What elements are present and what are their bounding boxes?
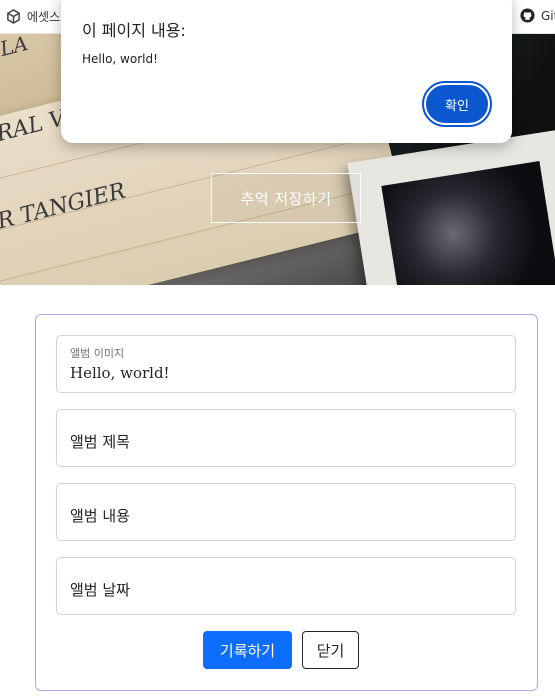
album-title-placeholder: 앨범 제목 xyxy=(70,433,130,451)
bookmark-item-assets[interactable]: 에셋스 xyxy=(6,8,60,25)
album-image-field[interactable]: 앨범 이미지 Hello, world! xyxy=(56,335,516,393)
save-memory-button[interactable]: 추억 저장하기 xyxy=(211,173,361,223)
album-form-card: 앨범 이미지 Hello, world! 앨범 제목 앨범 내용 앨범 날짜 기… xyxy=(35,314,538,691)
album-content-placeholder: 앨범 내용 xyxy=(70,507,130,525)
github-icon xyxy=(520,8,535,23)
dialog-message: Hello, world! xyxy=(82,52,158,66)
close-button[interactable]: 닫기 xyxy=(302,631,359,669)
album-date-placeholder: 앨범 날짜 xyxy=(70,581,130,599)
photo-image xyxy=(381,161,555,285)
album-image-label: 앨범 이미지 xyxy=(70,347,125,360)
album-date-field[interactable]: 앨범 날짜 xyxy=(56,557,516,615)
record-button[interactable]: 기록하기 xyxy=(203,631,292,669)
bookmark-label-assets: 에셋스 xyxy=(27,10,61,24)
bookmark-item-github[interactable]: Git xyxy=(520,8,555,23)
script-text: LA xyxy=(0,34,31,61)
album-content-field[interactable]: 앨범 내용 xyxy=(56,483,516,541)
alert-dialog: 이 페이지 내용: Hello, world! 확인 xyxy=(61,0,512,143)
album-image-value: Hello, world! xyxy=(70,364,170,382)
dialog-ok-button[interactable]: 확인 xyxy=(422,81,492,127)
bookmark-label-github: Git xyxy=(541,8,555,23)
unity-icon xyxy=(7,9,20,24)
album-title-field[interactable]: 앨범 제목 xyxy=(56,409,516,467)
dialog-title: 이 페이지 내용: xyxy=(82,21,186,40)
